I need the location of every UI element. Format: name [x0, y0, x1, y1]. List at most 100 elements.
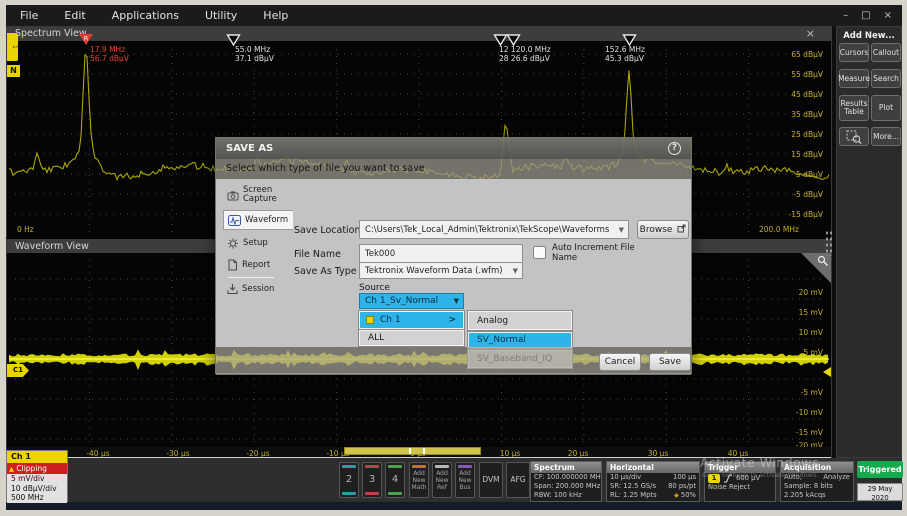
date-time-display: 29 May 2020 1:10:16 PM: [857, 483, 903, 501]
add-new-bus-button[interactable]: Add New Bus: [455, 462, 475, 498]
menu-applications[interactable]: Applications: [112, 9, 179, 22]
auto-increment-checkbox[interactable]: [533, 246, 546, 259]
acquisition-window-bar[interactable]: [344, 447, 481, 455]
dialog-title-bar[interactable]: SAVE AS: [216, 138, 691, 159]
time-tick: -40 µs: [81, 449, 115, 458]
spectrum-x-end-label: 200.0 MHz: [759, 225, 799, 234]
channel-2-button[interactable]: 2: [339, 462, 359, 498]
submenu-item-sv-normal[interactable]: SV_Normal: [468, 332, 572, 348]
more-button[interactable]: More...: [871, 127, 901, 146]
browse-label: Browse: [640, 225, 673, 235]
tab-screen-capture[interactable]: Screen Capture: [223, 183, 289, 207]
clipping-warning: ▲ Clipping: [7, 463, 67, 474]
close-button[interactable]: ×: [884, 10, 892, 21]
record-length: RL: 1.25 Mpts: [610, 491, 657, 500]
results-table-button[interactable]: Results Table: [839, 95, 869, 121]
spectrum-close-icon[interactable]: ×: [806, 27, 815, 41]
spectrum-y-tick: 55 dBµV: [763, 70, 823, 79]
save-button[interactable]: Save: [649, 353, 691, 371]
menu-utility[interactable]: Utility: [205, 9, 237, 22]
rbw: RBW: 100 kHz: [534, 491, 582, 500]
menu-edit[interactable]: Edit: [64, 9, 85, 22]
source-menu-item-all[interactable]: ALL: [359, 330, 464, 346]
cursors-button[interactable]: Cursors: [839, 43, 869, 62]
spectrum-channel-tab[interactable]: 1: [7, 33, 18, 61]
tab-label: Report: [242, 261, 270, 270]
trigger-level-arrow[interactable]: [823, 367, 831, 377]
dvm-button[interactable]: DVM: [479, 462, 503, 498]
spectrum-badge-title: Spectrum: [531, 462, 601, 473]
help-icon[interactable]: ?: [668, 142, 681, 155]
sample-rate: SR: 12.5 GS/s: [610, 482, 656, 491]
tab-waveform[interactable]: Waveform: [223, 210, 293, 230]
date-label: 29 May 2020: [858, 485, 902, 502]
maximize-button[interactable]: □: [861, 10, 870, 21]
minimize-button[interactable]: –: [843, 10, 848, 21]
save-as-dialog: SAVE AS ? Select which type of file you …: [215, 137, 692, 374]
save-as-type-label: Save As Type: [294, 266, 357, 277]
marker-readout: 55.0 MHz 37.1 dBµV: [235, 45, 274, 63]
record-duration: 100 µs: [673, 473, 696, 482]
submenu-item-analog[interactable]: Analog: [468, 311, 572, 330]
search-button[interactable]: Search: [871, 69, 901, 88]
save-location-value: C:\Users\Tek_Local_Admin\Tektronix\TekSc…: [365, 225, 609, 235]
tab-divider: [228, 277, 274, 278]
camera-icon: [227, 190, 239, 201]
source-combobox[interactable]: Ch 1_Sv_Normal ▼: [359, 293, 464, 309]
save-location-combobox[interactable]: C:\Users\Tek_Local_Admin\Tektronix\TekSc…: [359, 220, 629, 239]
horizontal-badge-title: Horizontal: [607, 462, 699, 473]
add-new-ref-button[interactable]: Add New Ref: [432, 462, 452, 498]
marker-frequency: 152.6 MHz: [605, 45, 645, 54]
oscilloscope-screen: File Edit Applications Utility Help – □ …: [0, 0, 907, 516]
spectrum-y-tick: 5 dBµV: [763, 170, 823, 179]
trigger-settings-badge[interactable]: Trigger 1 600 µV Noise Reject: [704, 461, 776, 502]
spectrum-trace-type-badge[interactable]: N: [7, 65, 20, 77]
tab-setup[interactable]: Setup: [223, 234, 289, 252]
menu-file[interactable]: File: [20, 9, 38, 22]
measure-button[interactable]: Measure: [839, 69, 869, 88]
add-new-math-button[interactable]: Add New Math: [409, 462, 429, 498]
center-frequency: CF: 100.000000 MHz: [534, 473, 602, 482]
callout-button[interactable]: Callout: [871, 43, 901, 62]
channel-3-button[interactable]: 3: [362, 462, 382, 498]
spectrum-y-tick: -5 dBµV: [763, 190, 823, 199]
acq-analyze: Analyze: [823, 473, 850, 482]
waveform-view-title: Waveform View: [15, 241, 89, 252]
marker-amplitude: 37.1 dBµV: [235, 54, 274, 63]
tab-label: Session: [242, 285, 274, 294]
warning-triangle-icon: ▲: [9, 465, 14, 473]
afg-button[interactable]: AFG: [506, 462, 530, 498]
tab-report[interactable]: Report: [223, 256, 289, 274]
spectrum-y-tick: 15 dBµV: [763, 150, 823, 159]
dialog-title: SAVE AS: [226, 143, 273, 154]
waveform-y-tick: 10 mV: [763, 328, 823, 337]
tab-session[interactable]: Session: [223, 280, 289, 298]
zoom-mode-button[interactable]: [839, 127, 869, 146]
cancel-button[interactable]: Cancel: [599, 353, 641, 371]
marker-amplitude: 28 26.6 dBµV: [499, 54, 551, 63]
submenu-item-label: SV_Normal: [477, 335, 526, 345]
acq-count: 2.205 kAcqs: [784, 491, 826, 500]
zoom-corner-button[interactable]: [801, 253, 831, 283]
plot-button[interactable]: Plot: [871, 95, 901, 121]
panel-splitter-grip[interactable]: [825, 230, 833, 256]
acquisition-settings-badge[interactable]: Acquisition Auto,Analyze Sample: 8 bits …: [780, 461, 854, 502]
channel-4-button[interactable]: 4: [385, 462, 405, 498]
spectrum-settings-badge[interactable]: Spectrum CF: 100.000000 MHz Span: 200.00…: [530, 461, 602, 502]
horizontal-settings-badge[interactable]: Horizontal 10 µs/div100 µs SR: 12.5 GS/s…: [606, 461, 700, 502]
marker-readout: 12 120.0 MHz 28 26.6 dBµV: [499, 45, 551, 63]
channel-1-badge[interactable]: Ch 1 ▲ Clipping 5 mV/div 10 dBµV/div 500…: [6, 450, 68, 502]
tab-label: Screen Capture: [243, 186, 289, 204]
source-menu-item-ch1[interactable]: Ch 1 >: [359, 311, 464, 329]
spectrum-y-tick: 35 dBµV: [763, 110, 823, 119]
badge-bar: 2 3 4 Add New Math Add New Ref Add New B…: [6, 458, 902, 502]
file-name-input[interactable]: [359, 244, 523, 263]
trigger-source-badge: 1: [708, 474, 720, 483]
dialog-body: Screen Capture Waveform Setup Report Ses…: [216, 179, 691, 347]
marker-amplitude: 56.7 dBµV: [90, 54, 129, 63]
save-as-type-combobox[interactable]: Tektronix Waveform Data (.wfm) ▼: [359, 262, 523, 279]
magnifier-icon: [817, 255, 829, 267]
browse-button[interactable]: Browse: [637, 220, 689, 239]
menu-help[interactable]: Help: [263, 9, 288, 22]
reference-marker-label: R: [84, 35, 89, 43]
